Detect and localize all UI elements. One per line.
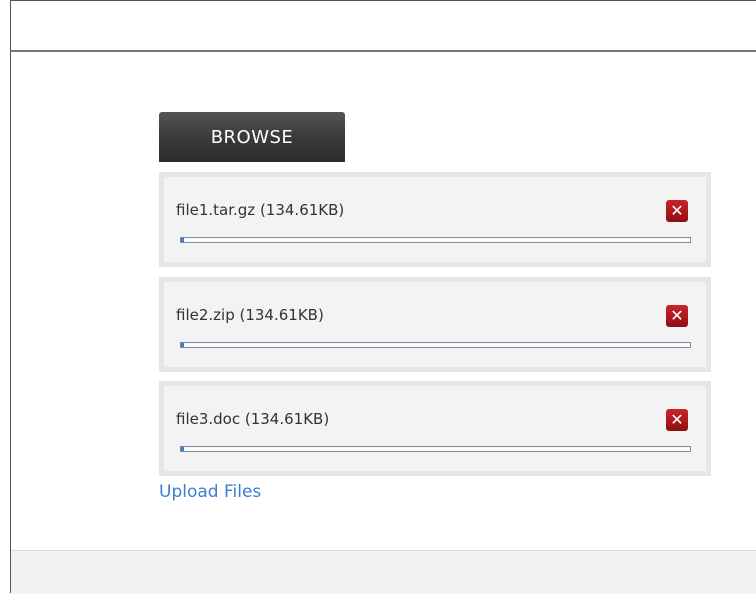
upload-progress-bar (180, 446, 691, 452)
file-name: file3.doc (134.61KB) (176, 410, 330, 428)
upload-progress-fill (181, 447, 184, 451)
window-border-left (10, 0, 11, 593)
file-name: file2.zip (134.61KB) (176, 306, 324, 324)
file-item-body: file1.tar.gz (134.61KB) ✕ (164, 177, 706, 262)
close-icon: ✕ (670, 410, 684, 429)
remove-file-button[interactable]: ✕ (666, 409, 688, 431)
footer-bar (11, 550, 756, 594)
close-icon: ✕ (670, 201, 684, 220)
file-item-body: file2.zip (134.61KB) ✕ (164, 282, 706, 367)
remove-file-button[interactable]: ✕ (666, 305, 688, 327)
file-item-3: file3.doc (134.61KB) ✕ (159, 381, 711, 476)
upload-progress-bar (180, 237, 691, 243)
header-divider (11, 50, 756, 52)
file-name: file1.tar.gz (134.61KB) (176, 201, 345, 219)
upload-progress-bar (180, 342, 691, 348)
upload-progress-fill (181, 238, 184, 242)
remove-file-button[interactable]: ✕ (666, 200, 688, 222)
file-item-2: file2.zip (134.61KB) ✕ (159, 277, 711, 372)
file-item-1: file1.tar.gz (134.61KB) ✕ (159, 172, 711, 267)
browse-button[interactable]: BROWSE (159, 112, 345, 162)
close-icon: ✕ (670, 306, 684, 325)
window-border-top (10, 0, 756, 1)
upload-progress-fill (181, 343, 184, 347)
file-item-body: file3.doc (134.61KB) ✕ (164, 386, 706, 471)
upload-files-link[interactable]: Upload Files (159, 482, 261, 502)
